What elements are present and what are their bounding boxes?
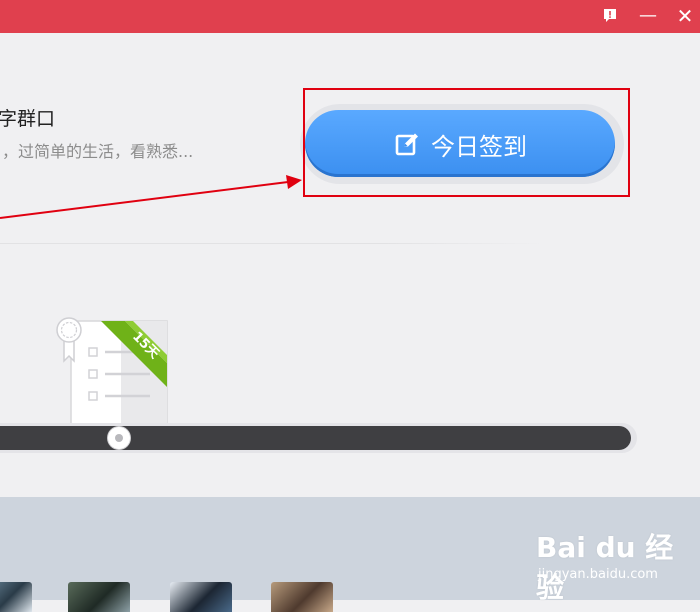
user-avatar[interactable] <box>68 582 130 612</box>
title-bar: — ✕ <box>0 0 700 33</box>
progress-fill <box>0 426 111 450</box>
certificate-icon: 15天 <box>56 317 168 425</box>
group-description: ，过简单的生活，看熟悉... <box>2 142 194 161</box>
progress-bar[interactable] <box>0 426 631 450</box>
checkin-button-content: 今日签到 <box>395 127 527 161</box>
user-avatar[interactable] <box>271 582 333 612</box>
progress-knob[interactable] <box>108 427 130 449</box>
user-avatar[interactable] <box>0 582 32 612</box>
minimize-button[interactable]: — <box>636 4 660 28</box>
divider <box>0 243 545 244</box>
close-button[interactable]: ✕ <box>673 4 697 28</box>
edit-icon <box>395 133 418 156</box>
group-name: 字群口 <box>0 108 56 130</box>
checkin-label: 今日签到 <box>431 132 527 161</box>
user-avatar[interactable] <box>170 582 232 612</box>
feedback-icon[interactable] <box>598 4 622 28</box>
checkin-button[interactable]: 今日签到 <box>305 110 615 177</box>
